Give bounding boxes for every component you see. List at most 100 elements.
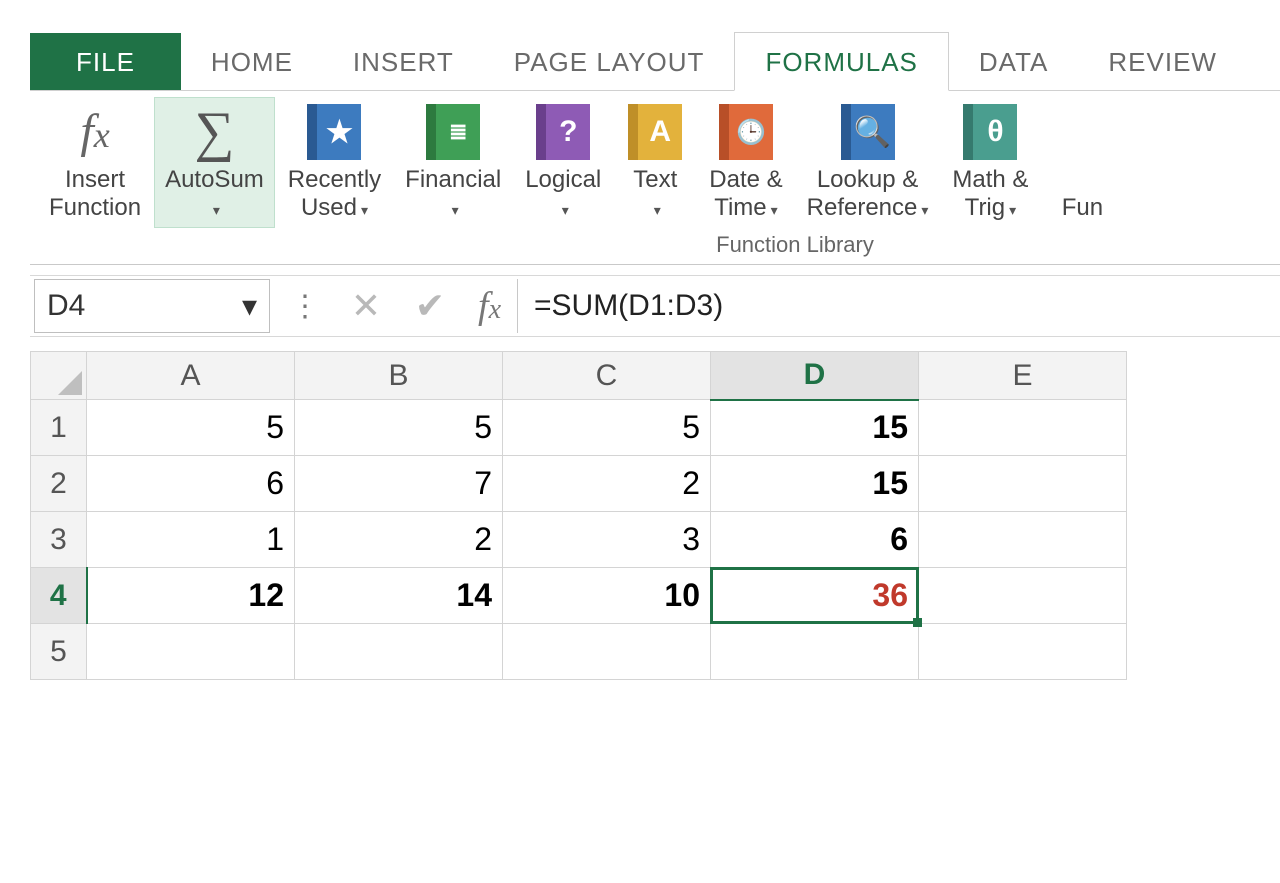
tab-insert[interactable]: INSERT <box>323 33 484 90</box>
recently-used-label-2: Used <box>301 194 357 221</box>
cell-C2[interactable]: 2 <box>503 456 711 512</box>
cell-A2[interactable]: 6 <box>87 456 295 512</box>
formula-bar-input[interactable]: =SUM(D1:D3) <box>517 279 1280 333</box>
math-trig-button[interactable]: θ Math &Trig ▾ <box>941 97 1039 228</box>
col-header-B[interactable]: B <box>295 352 503 400</box>
row-header-5[interactable]: 5 <box>31 624 87 680</box>
financial-button[interactable]: ≣ Financial ▾ <box>394 97 512 228</box>
tab-file[interactable]: FILE <box>30 33 181 90</box>
cell-E4[interactable] <box>919 568 1127 624</box>
dropdown-caret-icon: ▾ <box>213 202 220 218</box>
logical-label: Logical <box>525 166 601 193</box>
financial-label: Financial <box>405 166 501 193</box>
dropdown-caret-icon: ▾ <box>361 202 368 218</box>
tab-formulas[interactable]: FORMULAS <box>734 32 948 91</box>
cell-A1[interactable]: 5 <box>87 400 295 456</box>
dropdown-caret-icon: ▾ <box>654 202 661 218</box>
dropdown-caret-icon: ▾ <box>1009 202 1016 218</box>
lookup-ref-label-1: Lookup & <box>817 166 918 193</box>
function-library-group: fx InsertFunction ∑ AutoSum ▾ ★ RecentlyU… <box>30 97 1280 228</box>
sigma-icon: ∑ <box>184 102 244 162</box>
recently-used-label-1: Recently <box>288 166 381 193</box>
more-functions-label: Fun <box>1062 194 1103 221</box>
col-header-D[interactable]: D <box>711 352 919 400</box>
date-time-label-1: Date & <box>709 166 782 193</box>
select-all-corner[interactable] <box>31 352 87 400</box>
dropdown-caret-icon: ▾ <box>771 202 778 218</box>
cell-C5[interactable] <box>503 624 711 680</box>
insert-function-button[interactable]: fx InsertFunction <box>38 97 152 228</box>
cell-A4[interactable]: 12 <box>87 568 295 624</box>
text-book-icon: A <box>625 102 685 162</box>
date-time-button[interactable]: 🕒 Date &Time ▾ <box>698 97 793 228</box>
more-functions-button[interactable]: Fun <box>1041 97 1113 228</box>
question-book-icon: ? <box>533 102 593 162</box>
cell-E5[interactable] <box>919 624 1127 680</box>
cell-D2[interactable]: 15 <box>711 456 919 512</box>
row-header-1[interactable]: 1 <box>31 400 87 456</box>
autosum-label: AutoSum <box>165 166 264 193</box>
col-header-A[interactable]: A <box>87 352 295 400</box>
spreadsheet-grid: A B C D E 1 5 5 5 15 2 6 7 2 15 <box>30 351 1280 680</box>
row-header-3[interactable]: 3 <box>31 512 87 568</box>
name-box-dropdown-icon[interactable]: ▾ <box>242 289 257 324</box>
row-header-4[interactable]: 4 <box>31 568 87 624</box>
dropdown-caret-icon: ▾ <box>921 202 928 218</box>
lookup-reference-button[interactable]: 🔍 Lookup &Reference ▾ <box>796 97 940 228</box>
name-box-value: D4 <box>47 289 85 323</box>
cell-B5[interactable] <box>295 624 503 680</box>
dropdown-caret-icon: ▾ <box>562 202 569 218</box>
insert-function-label-1: Insert <box>65 166 125 193</box>
math-trig-label-1: Math & <box>952 166 1028 193</box>
name-box[interactable]: D4 ▾ <box>34 279 270 333</box>
cell-B3[interactable]: 2 <box>295 512 503 568</box>
lookup-ref-label-2: Reference <box>807 194 918 221</box>
theta-book-icon: θ <box>960 102 1020 162</box>
text-button[interactable]: A Text▾ <box>614 97 696 228</box>
cell-C1[interactable]: 5 <box>503 400 711 456</box>
more-icon <box>1052 102 1112 162</box>
enter-formula-button[interactable]: ✔ <box>398 285 462 327</box>
math-trig-label-2: Trig <box>965 194 1005 221</box>
insert-function-fx-button[interactable]: fx <box>462 284 517 328</box>
col-header-C[interactable]: C <box>503 352 711 400</box>
tab-review[interactable]: REVIEW <box>1078 33 1227 90</box>
calendar-book-icon: 🕒 <box>716 102 776 162</box>
cell-D3[interactable]: 6 <box>711 512 919 568</box>
cell-D5[interactable] <box>711 624 919 680</box>
cell-D4[interactable]: 36 <box>711 568 919 624</box>
tab-home[interactable]: HOME <box>181 33 323 90</box>
cell-B4[interactable]: 14 <box>295 568 503 624</box>
search-book-icon: 🔍 <box>838 102 898 162</box>
formula-bar-row: D4 ▾ ⋮ ✕ ✔ fx =SUM(D1:D3) <box>30 275 1280 337</box>
cell-B2[interactable]: 7 <box>295 456 503 512</box>
tab-page-layout[interactable]: PAGE LAYOUT <box>484 33 735 90</box>
cell-A3[interactable]: 1 <box>87 512 295 568</box>
insert-function-label-2: Function <box>49 194 141 221</box>
star-book-icon: ★ <box>304 102 364 162</box>
cell-C3[interactable]: 3 <box>503 512 711 568</box>
fx-icon: fx <box>65 102 125 162</box>
cell-C4[interactable]: 10 <box>503 568 711 624</box>
autosum-button[interactable]: ∑ AutoSum ▾ <box>154 97 275 228</box>
cell-E1[interactable] <box>919 400 1127 456</box>
ribbon-group-caption: Function Library <box>310 232 1280 258</box>
cell-D1[interactable]: 15 <box>711 400 919 456</box>
ribbon: fx InsertFunction ∑ AutoSum ▾ ★ RecentlyU… <box>30 90 1280 265</box>
tab-data[interactable]: DATA <box>949 33 1078 90</box>
cell-A5[interactable] <box>87 624 295 680</box>
cell-E3[interactable] <box>919 512 1127 568</box>
col-header-E[interactable]: E <box>919 352 1127 400</box>
cell-E2[interactable] <box>919 456 1127 512</box>
row-header-2[interactable]: 2 <box>31 456 87 512</box>
cell-B1[interactable]: 5 <box>295 400 503 456</box>
excel-window: FILE HOME INSERT PAGE LAYOUT FORMULAS DA… <box>0 30 1280 883</box>
cancel-formula-button[interactable]: ✕ <box>334 285 398 327</box>
dropdown-caret-icon: ▾ <box>452 202 459 218</box>
name-box-resize-handle[interactable]: ⋮ <box>276 289 334 324</box>
recently-used-button[interactable]: ★ RecentlyUsed ▾ <box>277 97 392 228</box>
date-time-label-2: Time <box>714 194 766 221</box>
ribbon-tabs: FILE HOME INSERT PAGE LAYOUT FORMULAS DA… <box>30 30 1280 90</box>
logical-button[interactable]: ? Logical ▾ <box>514 97 612 228</box>
coins-book-icon: ≣ <box>423 102 483 162</box>
